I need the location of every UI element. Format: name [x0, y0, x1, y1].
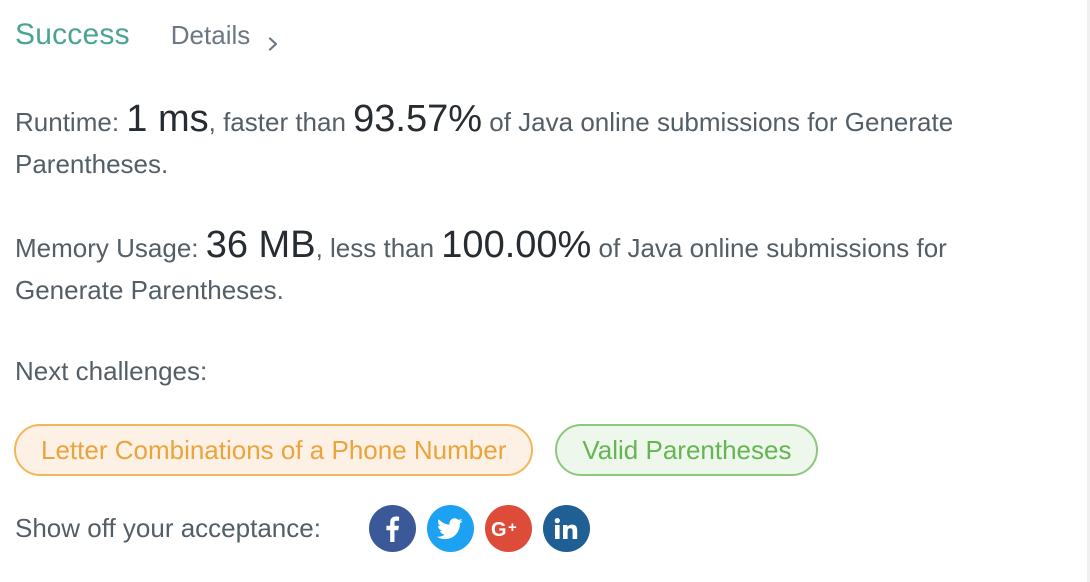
- social-share-buttons: G +: [368, 505, 601, 552]
- runtime-prefix: Runtime:: [15, 107, 127, 137]
- facebook-share-button[interactable]: [368, 505, 416, 552]
- memory-stat: Memory Usage: 36 MB, less than 100.00% o…: [15, 224, 1025, 311]
- runtime-value: 1 ms: [126, 98, 209, 140]
- runtime-middle: , faster than: [208, 107, 354, 137]
- status-title: Success: [15, 18, 130, 51]
- result-header: Success Details: [15, 18, 278, 52]
- google-plus-icon: G +: [490, 518, 526, 540]
- memory-percentile: 100.00%: [441, 224, 592, 266]
- twitter-icon: [437, 517, 464, 540]
- details-label: Details: [170, 20, 251, 50]
- twitter-share-button[interactable]: [426, 505, 474, 552]
- facebook-icon: [384, 516, 400, 542]
- svg-text:+: +: [508, 519, 517, 536]
- memory-prefix: Memory Usage:: [15, 233, 206, 263]
- runtime-percentile: 93.57%: [353, 98, 483, 140]
- challenge-letter-combinations[interactable]: Letter Combinations of a Phone Number: [14, 424, 534, 476]
- linkedin-icon: [553, 517, 579, 541]
- submission-result-panel: Success Details Runtime: 1 ms, faster th…: [0, 0, 1090, 582]
- next-challenges-label: Next challenges:: [15, 356, 208, 386]
- challenge-valid-parentheses[interactable]: Valid Parentheses: [555, 424, 819, 476]
- memory-value: 36 MB: [205, 224, 316, 266]
- details-link[interactable]: Details: [171, 20, 278, 51]
- share-label: Show off your acceptance:: [15, 513, 321, 543]
- runtime-stat: Runtime: 1 ms, faster than 93.57% of Jav…: [15, 98, 1025, 185]
- next-challenges-list: Letter Combinations of a Phone Number Va…: [14, 424, 819, 476]
- memory-middle: , less than: [315, 233, 442, 263]
- share-row: Show off your acceptance: G +: [15, 505, 601, 552]
- svg-text:G: G: [491, 519, 507, 540]
- chevron-right-icon: [268, 27, 278, 51]
- google-plus-share-button[interactable]: G +: [484, 505, 532, 552]
- linkedin-share-button[interactable]: [542, 505, 590, 552]
